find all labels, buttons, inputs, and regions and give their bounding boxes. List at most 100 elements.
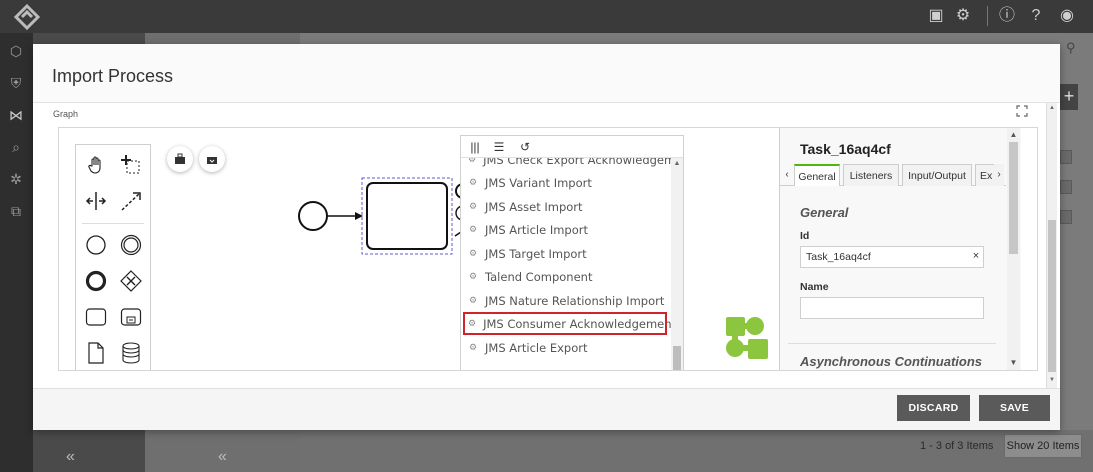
calendar-icon[interactable]: ▣: [926, 6, 946, 26]
nav-process-icon[interactable]: ⋈: [6, 105, 26, 125]
graph-label: Graph: [53, 109, 79, 119]
user-avatar-icon[interactable]: ◉: [1057, 6, 1077, 26]
row-action-icon[interactable]: [1060, 210, 1072, 224]
properties-scrollbar[interactable]: ▲ ▼: [1007, 128, 1020, 370]
properties-title: Task_16aq4cf: [800, 141, 891, 157]
id-label: Id: [800, 230, 810, 242]
menu-item-label: JMS Target Import: [485, 246, 587, 261]
menu-item[interactable]: ⚙ JMS Variant Import: [461, 171, 671, 194]
menu-item-label: Talend Component: [485, 269, 593, 284]
row-action-icon[interactable]: [1060, 180, 1072, 194]
show-items-button[interactable]: Show 20 Items: [1004, 434, 1082, 458]
connect-tool-icon[interactable]: [119, 189, 143, 213]
id-input[interactable]: Task_16aq4cf: [800, 246, 984, 268]
menu-item-label: JMS Nature Relationship Import: [485, 293, 665, 308]
task-icon[interactable]: [84, 305, 108, 329]
add-button[interactable]: +: [1060, 84, 1078, 110]
scroll-up-icon[interactable]: ▲: [672, 160, 682, 167]
row-action-icon[interactable]: [1060, 150, 1072, 164]
section-divider: [788, 343, 996, 344]
nav-search-doc-icon[interactable]: ⌕: [6, 137, 26, 157]
nav-cube-icon[interactable]: ⬡: [6, 41, 26, 61]
discard-button[interactable]: DISCARD: [897, 395, 970, 421]
gear-icon: ⚙: [468, 248, 478, 259]
lasso-tool-icon[interactable]: [119, 153, 143, 177]
menu-item[interactable]: ⚙ JMS Article Import: [461, 218, 671, 241]
menu-item-label: JMS Consumer Acknowledgement: [483, 316, 671, 331]
collapse-nav-icon[interactable]: «: [66, 448, 75, 466]
scroll-down-icon[interactable]: ▼: [1048, 377, 1056, 383]
scroll-thumb[interactable]: [673, 346, 681, 370]
clear-icon[interactable]: ×: [970, 249, 982, 263]
scroll-up-icon[interactable]: ▲: [1048, 105, 1056, 111]
menu-item-label: JMS Variant Import: [485, 175, 592, 190]
info-icon[interactable]: ⓘ: [997, 6, 1017, 26]
tab-scroll-left-icon[interactable]: ‹: [782, 164, 792, 186]
modal-title: Import Process: [52, 66, 174, 86]
replace-menu-toolbar: ||| ☰ ↺: [461, 136, 683, 158]
append-element-pad-button[interactable]: [199, 146, 225, 172]
puzzle-plugin-icon: [726, 317, 768, 359]
data-object-icon[interactable]: [84, 341, 108, 365]
search-icon[interactable]: ⚲: [1066, 40, 1088, 62]
start-event-icon[interactable]: [84, 233, 108, 257]
end-event-icon[interactable]: [84, 269, 108, 293]
intermediate-event-icon[interactable]: [119, 233, 143, 257]
menu-item-label: JMS Asset Import: [485, 199, 583, 214]
menu-item[interactable]: ⚙ JMS Asset Import: [461, 195, 671, 218]
save-button[interactable]: SAVE: [979, 395, 1050, 421]
gear-icon: ⚙: [468, 177, 478, 188]
gear-icon: ⚙: [468, 224, 478, 235]
scroll-thumb[interactable]: [1048, 220, 1056, 372]
replace-menu-scrollbar[interactable]: ▲: [671, 158, 683, 370]
columns-icon[interactable]: |||: [467, 139, 483, 155]
import-process-modal: Import Process Graph ||| ☰ ↺ ⚙ JMS Check…: [33, 44, 1060, 430]
help-icon[interactable]: ?: [1026, 6, 1046, 26]
modal-scrollbar[interactable]: ▲ ▼: [1046, 103, 1057, 389]
pager-text: 1 - 3 of 3 Items: [920, 440, 994, 452]
tab-scroll-right-icon[interactable]: ›: [994, 164, 1004, 186]
menu-item-label: JMS Article Export: [485, 340, 588, 355]
menu-item-label: JMS Check Export Acknowledgement: [483, 158, 671, 167]
data-store-icon[interactable]: [119, 341, 143, 365]
replace-menu-list: ⚙ JMS Check Export Acknowledgement ⚙ JMS V…: [461, 158, 671, 370]
menu-item[interactable]: ⚙ Talend Component: [461, 265, 671, 288]
gear-icon: ⚙: [468, 158, 477, 165]
append-task-pad-button[interactable]: [167, 146, 193, 172]
gear-icon: ⚙: [468, 342, 478, 353]
bpmn-diagram[interactable]: [289, 174, 489, 264]
reset-icon[interactable]: ↺: [517, 139, 533, 155]
scroll-down-icon[interactable]: ▼: [1008, 358, 1019, 367]
subprocess-icon[interactable]: [119, 305, 143, 329]
menu-item[interactable]: ⚙ JMS Nature Relationship Import: [461, 289, 671, 312]
nav-gears-icon[interactable]: ✲: [6, 169, 26, 189]
tab-listeners[interactable]: Listeners: [843, 164, 899, 186]
async-section-heading: Asynchronous Continuations: [800, 354, 982, 369]
settings-gear-icon[interactable]: ⚙: [953, 6, 973, 26]
palette-divider: [82, 223, 144, 224]
tab-general[interactable]: General: [794, 164, 840, 186]
expand-icon[interactable]: [1016, 105, 1028, 117]
nav-shield-icon[interactable]: ⛨: [6, 73, 26, 93]
menu-item-highlighted[interactable]: ⚙ JMS Consumer Acknowledgement: [463, 312, 671, 335]
space-tool-icon[interactable]: [84, 189, 108, 213]
list-icon[interactable]: ☰: [491, 139, 507, 155]
menu-item[interactable]: ⚙ JMS Target Import: [461, 242, 671, 265]
general-section-heading: General: [800, 205, 849, 220]
app-logo-icon: [14, 4, 40, 30]
scroll-thumb[interactable]: [1009, 142, 1018, 254]
menu-item[interactable]: ⚙ JMS Check Export Acknowledgement: [461, 158, 671, 171]
bpmn-canvas[interactable]: ||| ☰ ↺ ⚙ JMS Check Export Acknowledgemen…: [58, 127, 1038, 371]
gear-icon: ⚙: [468, 271, 478, 282]
gear-icon: ⚙: [468, 318, 477, 329]
gear-icon: ⚙: [468, 295, 478, 306]
scroll-up-icon[interactable]: ▲: [1008, 130, 1019, 139]
menu-item[interactable]: ⚙ JMS Article Export: [461, 336, 671, 359]
collapse-list-icon[interactable]: «: [218, 448, 227, 466]
gateway-icon[interactable]: [119, 269, 143, 293]
tab-input-output[interactable]: Input/Output: [902, 164, 972, 186]
nav-translate-icon[interactable]: ⧉: [6, 201, 26, 221]
name-input[interactable]: [800, 297, 984, 319]
hand-tool-icon[interactable]: [84, 153, 108, 177]
menu-item-label: JMS Article Import: [485, 222, 588, 237]
